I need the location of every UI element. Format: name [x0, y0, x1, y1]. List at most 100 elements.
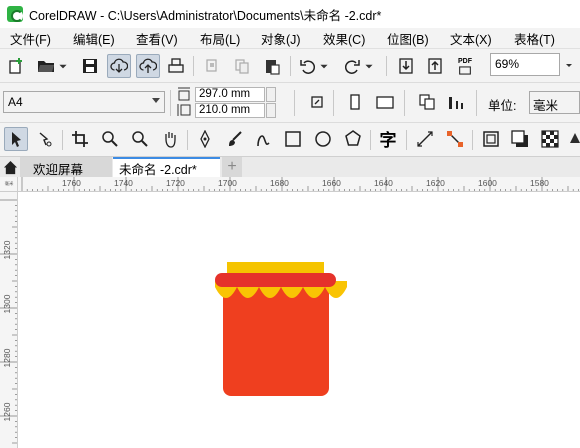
redo-dropdown-arrow-icon[interactable]: [363, 56, 375, 76]
menu-view[interactable]: 查看(V): [136, 29, 200, 48]
smart-drawing-tool-icon[interactable]: [254, 129, 274, 149]
current-page-icon[interactable]: [446, 92, 466, 112]
pick-tool-icon[interactable]: [4, 127, 28, 151]
menu-layout[interactable]: 布局(L): [200, 29, 261, 48]
toolbar-separator: [187, 130, 188, 150]
jar-lid-band[interactable]: [215, 273, 336, 287]
ruler-tick-label: 1580: [530, 178, 549, 188]
menu-text[interactable]: 文本(X): [450, 29, 514, 48]
page-width-spinner[interactable]: [266, 87, 276, 102]
toolbar-separator: [170, 90, 171, 116]
horizontal-ruler-ticks: 1760 1740 1720 1700 1680 1660 1640 1620 1600 1580: [21, 177, 579, 191]
toolbar-separator: [386, 56, 387, 76]
menu-object[interactable]: 对象(J): [261, 29, 323, 48]
menu-bitmaps[interactable]: 位图(B): [387, 29, 450, 48]
copy-icon[interactable]: [232, 56, 252, 76]
pen-tool-icon[interactable]: [195, 129, 215, 149]
ruler-tick-label: 1320: [2, 240, 12, 259]
cloud-upload-icon[interactable]: [136, 54, 160, 78]
coreldraw-logo-icon: [7, 6, 23, 22]
drop-shadow-tool-icon[interactable]: [481, 129, 501, 149]
connector-tool-icon[interactable]: [445, 129, 465, 149]
units-select[interactable]: 毫米: [529, 91, 580, 114]
cloud-download-icon[interactable]: [107, 54, 131, 78]
print-icon[interactable]: [166, 56, 186, 76]
zoom-tool-icon[interactable]: [100, 129, 120, 149]
dimension-tool-icon[interactable]: [415, 129, 435, 149]
new-document-icon[interactable]: [6, 56, 26, 76]
orientation-lock-icon[interactable]: [307, 92, 327, 112]
zoom-level-field[interactable]: 69%: [490, 53, 560, 76]
horizontal-ruler[interactable]: 1760 1740 1720 1700 1680 1660 1640 1620 1600 1580: [18, 177, 580, 192]
color-tool-icon[interactable]: [570, 129, 580, 149]
home-icon[interactable]: [0, 157, 20, 177]
menu-edit[interactable]: 编辑(E): [73, 29, 136, 48]
toolbar-separator: [290, 56, 291, 76]
import-icon[interactable]: [396, 56, 416, 76]
toolbar-separator: [404, 90, 405, 116]
export-icon[interactable]: [425, 56, 445, 76]
paste-icon[interactable]: [262, 56, 282, 76]
ruler-tick-label: 1280: [2, 348, 12, 367]
canvas-drawing: [215, 262, 347, 396]
open-dropdown-arrow-icon[interactable]: [57, 56, 69, 76]
units-label: 单位:: [488, 99, 517, 113]
ruler-tick-label: 1600: [478, 178, 497, 188]
landscape-icon[interactable]: [375, 92, 395, 112]
vertical-ruler[interactable]: 1320 1300 1280 1260: [0, 192, 18, 448]
all-pages-icon[interactable]: [417, 92, 437, 112]
rectangle-tool-icon[interactable]: [283, 129, 303, 149]
shadow-tool-icon[interactable]: [510, 129, 530, 149]
toolbar-separator: [476, 90, 477, 116]
cut-icon[interactable]: [202, 56, 222, 76]
undo-dropdown-arrow-icon[interactable]: [318, 56, 330, 76]
menu-bar: 文件(F) 编辑(E) 查看(V) 布局(L) 对象(J) 效果(C) 位图(B…: [0, 28, 580, 48]
toolbar-separator: [294, 90, 295, 116]
ruler-tick-label: 1760: [62, 178, 81, 188]
tab-welcome-screen[interactable]: 欢迎屏幕: [20, 157, 112, 177]
ruler-tick-label: 1620: [426, 178, 445, 188]
window-title: CorelDRAW - C:\Users\Administrator\Docum…: [29, 8, 382, 23]
ellipse-tool-icon[interactable]: [313, 129, 333, 149]
save-icon[interactable]: [80, 56, 100, 76]
publish-pdf-icon[interactable]: PDF: [453, 54, 477, 78]
toolbar-separator: [62, 130, 63, 150]
pdf-label: PDF: [458, 57, 472, 65]
brush-tool-icon[interactable]: [225, 129, 245, 149]
polygon-tool-icon[interactable]: [343, 129, 363, 149]
toolbar-separator: [333, 90, 334, 116]
page-width-field[interactable]: 297.0 mm: [195, 87, 265, 102]
transparency-tool-icon[interactable]: [540, 129, 560, 149]
page-size-select[interactable]: A4: [3, 91, 165, 113]
menu-table[interactable]: 表格(T): [514, 29, 564, 48]
page-size-dropdown-arrow-icon[interactable]: [152, 98, 160, 103]
pan-tool-icon[interactable]: [160, 129, 180, 149]
text-tool-icon[interactable]: 字: [378, 127, 398, 150]
shape-tool-icon[interactable]: [35, 129, 55, 149]
drawing-canvas[interactable]: [19, 193, 580, 448]
open-folder-icon[interactable]: [36, 56, 56, 76]
page-height-field[interactable]: 210.0 mm: [195, 103, 265, 118]
ruler-unit-corner: 毫米: [0, 177, 18, 192]
ruler-tick-label: 1640: [374, 178, 393, 188]
toolbar-separator: [193, 56, 194, 76]
add-tab-button[interactable]: +: [222, 157, 242, 177]
ruler-tick-label: 1300: [2, 294, 12, 313]
ruler-tick-label: 1700: [218, 178, 237, 188]
zoom-dropdown-arrow-icon[interactable]: [561, 53, 577, 76]
menu-effects[interactable]: 效果(C): [323, 29, 387, 48]
page-width-icon: [176, 86, 192, 102]
zoom-out-tool-icon[interactable]: [130, 129, 150, 149]
ruler-tick-label: 1260: [2, 402, 12, 421]
redo-icon[interactable]: [342, 56, 362, 76]
page-height-spinner[interactable]: [266, 103, 276, 118]
undo-icon[interactable]: [298, 56, 318, 76]
title-bar: CorelDRAW - C:\Users\Administrator\Docum…: [0, 0, 580, 28]
tab-document[interactable]: 未命名 -2.cdr*: [113, 157, 220, 177]
portrait-icon[interactable]: [345, 92, 365, 112]
menu-file[interactable]: 文件(F): [10, 29, 73, 48]
page-height-icon: [176, 102, 192, 118]
toolbar-separator: [472, 130, 473, 150]
crop-tool-icon[interactable]: [70, 129, 90, 149]
toolbar-separator: [370, 130, 371, 150]
